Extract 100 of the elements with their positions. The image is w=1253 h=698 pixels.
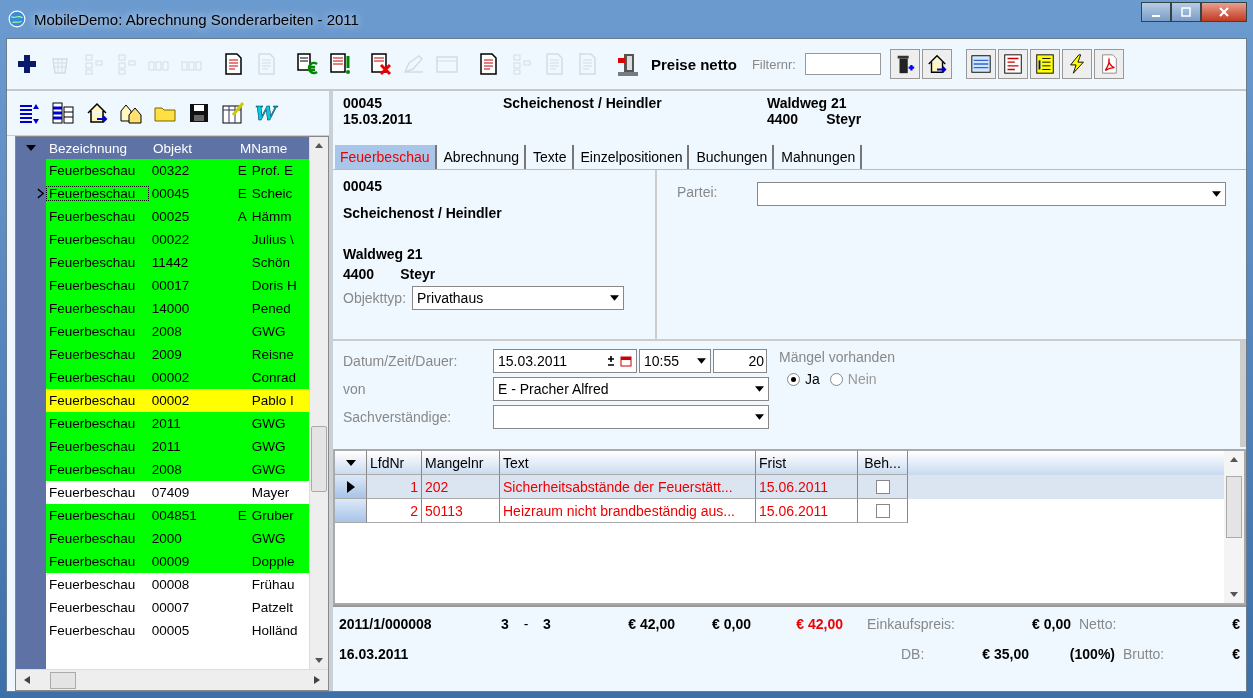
plus-minus-icon[interactable]: [606, 355, 616, 367]
scroll-down-icon[interactable]: [315, 658, 323, 663]
dropdown-arrow-icon[interactable]: [1212, 191, 1221, 197]
scroll-left-icon[interactable]: [24, 676, 30, 684]
list-row[interactable]: Feuerbeschau 004851 E Gruber: [46, 504, 309, 527]
edit-table-icon[interactable]: [221, 101, 245, 125]
table-cell-text: 2008: [150, 324, 183, 339]
date-field[interactable]: 15.03.2011: [493, 349, 637, 373]
table-cell-text: Feuerbeschau: [48, 393, 137, 408]
list-row[interactable]: Feuerbeschau 00045 E Scheic: [46, 182, 309, 205]
table-button[interactable]: [965, 49, 996, 79]
tab[interactable]: Buchungen: [691, 145, 775, 169]
column-header[interactable]: Objekt: [150, 140, 240, 156]
list-row[interactable]: Feuerbeschau 00025 A Hämm: [46, 205, 309, 228]
list-row[interactable]: Feuerbeschau 14000 Pened: [46, 297, 309, 320]
maximize-button[interactable]: [1171, 2, 1201, 22]
columns-icon[interactable]: [51, 101, 75, 125]
minimize-button[interactable]: [1141, 2, 1171, 22]
list-row[interactable]: Feuerbeschau 2011 GWG: [46, 412, 309, 435]
amount-text: € 42,00: [627, 616, 675, 632]
vertical-scrollbar[interactable]: [1224, 451, 1244, 603]
checkbox[interactable]: [875, 479, 890, 494]
tab[interactable]: Einzelpositionen: [575, 145, 690, 169]
tab[interactable]: Abrechnung: [438, 145, 527, 169]
list-row[interactable]: Feuerbeschau 00002 Conrad: [46, 366, 309, 389]
list-row[interactable]: Feuerbeschau 00022 Julius \: [46, 228, 309, 251]
duration-field[interactable]: 20: [713, 349, 767, 373]
warning-document-icon[interactable]: [328, 52, 352, 76]
sort-down-icon[interactable]: [345, 459, 356, 466]
owner-name: Scheichenost / Heindler: [503, 95, 663, 111]
street-text: Waldweg 21: [343, 246, 424, 264]
count-text: 3: [500, 616, 510, 632]
list-icon: [1001, 53, 1024, 75]
field-label: Partei:: [677, 184, 718, 200]
scroll-up-icon[interactable]: [1230, 457, 1238, 462]
scroll-thumb[interactable]: [311, 426, 327, 492]
dropdown-arrow-icon[interactable]: [610, 295, 620, 301]
calendar-icon[interactable]: [620, 355, 632, 367]
scroll-up-icon[interactable]: [315, 143, 323, 148]
floppy-icon[interactable]: [187, 101, 211, 125]
extinguisher-button[interactable]: [889, 49, 920, 79]
table-cell-text: Dopple: [251, 554, 296, 569]
dropdown-arrow-icon[interactable]: [755, 414, 764, 420]
inspector-dropdown[interactable]: E - Pracher Alfred: [493, 377, 769, 401]
time-dropdown[interactable]: 10:55: [639, 349, 711, 373]
horizontal-scrollbar[interactable]: [16, 669, 328, 690]
table-cell-text: E: [237, 163, 248, 178]
table-cell-text: Feuerbeschau: [48, 508, 137, 523]
scroll-right-icon[interactable]: [314, 676, 320, 684]
euro-document-icon[interactable]: [295, 52, 319, 76]
table-row[interactable]: 1 202 Sicherheitsabstände der Feuerstätt... 15.06.2011: [335, 475, 1224, 499]
plus-icon[interactable]: [15, 52, 39, 76]
amount-text: €: [1232, 616, 1240, 632]
door-icon[interactable]: [616, 52, 640, 76]
delete-document-icon[interactable]: [369, 52, 393, 76]
tab[interactable]: Texte: [528, 145, 574, 169]
filter-field[interactable]: [804, 53, 881, 75]
house-button[interactable]: [921, 49, 952, 79]
list-button[interactable]: [997, 49, 1028, 79]
table-cell-text: Feuerbeschau: [48, 209, 137, 224]
street-text: Waldweg 21: [767, 95, 848, 111]
dropdown-arrow-icon[interactable]: [755, 386, 764, 392]
list-button[interactable]: [1029, 49, 1060, 79]
tab[interactable]: Mahnungen: [776, 145, 863, 169]
table-cell-text: 00005: [150, 623, 191, 638]
list-row[interactable]: Feuerbeschau 00017 Doris H: [46, 274, 309, 297]
table-cell-text: 00025: [150, 209, 191, 224]
list-row[interactable]: Feuerbeschau 00002 Pablo I: [46, 389, 309, 412]
house-icon[interactable]: [85, 101, 109, 125]
table-cell-text: 2008: [150, 462, 183, 477]
column-header[interactable]: MName: [240, 140, 309, 156]
scroll-down-icon[interactable]: [1230, 592, 1238, 597]
zip-text: 4400: [767, 111, 799, 127]
list-row[interactable]: Feuerbeschau 2008 GWG: [46, 458, 309, 481]
list-row[interactable]: Feuerbeschau 00322 E Prof. E: [46, 159, 309, 182]
pdf-button[interactable]: [1093, 49, 1124, 79]
object-type-dropdown[interactable]: Privathaus: [412, 286, 625, 310]
date-text: 15.03.2011: [343, 111, 414, 127]
amount-text: € 0,00: [1031, 616, 1071, 632]
invoice-number: 2011/1/000008: [339, 616, 433, 632]
vertical-scrollbar[interactable]: [309, 137, 328, 669]
list-row[interactable]: Feuerbeschau 00009 Dopple: [46, 550, 309, 573]
checkbox[interactable]: [875, 503, 890, 518]
dropdown-arrow-icon[interactable]: [697, 358, 706, 364]
table-cell-text: Patzelt: [251, 600, 294, 615]
list-row[interactable]: Feuerbeschau 2009 Reisne: [46, 343, 309, 366]
list-row[interactable]: Feuerbeschau 2011 GWG: [46, 435, 309, 458]
table-cell-text: 07409: [150, 485, 191, 500]
date-text: 16.03.2011: [339, 646, 410, 662]
table-cell-text: Holländ: [251, 623, 299, 638]
radio-option[interactable]: Ja: [787, 371, 820, 387]
column-header[interactable]: Bezeichnung: [46, 140, 150, 156]
close-button[interactable]: [1201, 2, 1247, 22]
window-title: MobileDemo: Abrechnung Sonderarbeiten - 2011: [34, 10, 359, 28]
scroll-thumb[interactable]: [1226, 476, 1242, 538]
list-row[interactable]: Feuerbeschau 2000 GWG: [46, 527, 309, 550]
lightning-button[interactable]: [1061, 49, 1092, 79]
scroll-thumb[interactable]: [50, 671, 76, 689]
list-row[interactable]: Feuerbeschau 2008 GWG: [46, 320, 309, 343]
list-row[interactable]: Feuerbeschau 11442 Schön: [46, 251, 309, 274]
